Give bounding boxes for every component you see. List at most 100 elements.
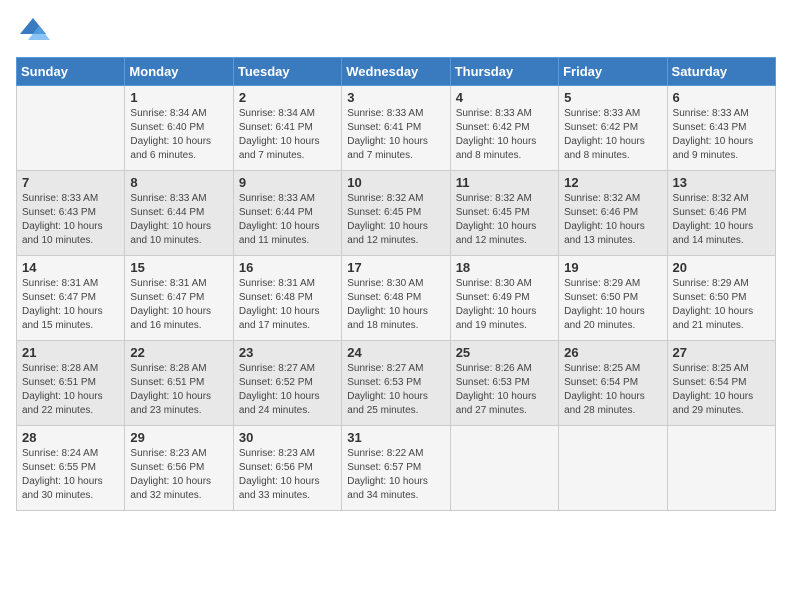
day-info: Sunrise: 8:25 AMSunset: 6:54 PMDaylight:… (673, 362, 770, 418)
day-info: Sunrise: 8:23 AMSunset: 6:56 PMDaylight:… (130, 447, 227, 503)
day-number: 13 (673, 175, 770, 190)
day-info: Sunrise: 8:24 AMSunset: 6:55 PMDaylight:… (22, 447, 119, 503)
day-info: Sunrise: 8:33 AMSunset: 6:43 PMDaylight:… (673, 107, 770, 163)
calendar-cell (559, 426, 667, 511)
day-number: 5 (564, 90, 661, 105)
day-number: 7 (22, 175, 119, 190)
day-info: Sunrise: 8:27 AMSunset: 6:53 PMDaylight:… (347, 362, 444, 418)
calendar-cell: 28 Sunrise: 8:24 AMSunset: 6:55 PMDaylig… (17, 426, 125, 511)
day-number: 20 (673, 260, 770, 275)
calendar-cell: 17 Sunrise: 8:30 AMSunset: 6:48 PMDaylig… (342, 256, 450, 341)
calendar-cell: 24 Sunrise: 8:27 AMSunset: 6:53 PMDaylig… (342, 341, 450, 426)
column-header-saturday: Saturday (667, 58, 775, 86)
day-number: 1 (130, 90, 227, 105)
day-number: 6 (673, 90, 770, 105)
day-info: Sunrise: 8:33 AMSunset: 6:42 PMDaylight:… (456, 107, 553, 163)
calendar-cell: 10 Sunrise: 8:32 AMSunset: 6:45 PMDaylig… (342, 171, 450, 256)
day-number: 16 (239, 260, 336, 275)
day-number: 8 (130, 175, 227, 190)
day-number: 24 (347, 345, 444, 360)
calendar-cell: 6 Sunrise: 8:33 AMSunset: 6:43 PMDayligh… (667, 86, 775, 171)
day-info: Sunrise: 8:25 AMSunset: 6:54 PMDaylight:… (564, 362, 661, 418)
day-number: 22 (130, 345, 227, 360)
calendar-cell: 16 Sunrise: 8:31 AMSunset: 6:48 PMDaylig… (233, 256, 341, 341)
calendar-cell: 23 Sunrise: 8:27 AMSunset: 6:52 PMDaylig… (233, 341, 341, 426)
calendar-cell: 21 Sunrise: 8:28 AMSunset: 6:51 PMDaylig… (17, 341, 125, 426)
calendar-week-1: 1 Sunrise: 8:34 AMSunset: 6:40 PMDayligh… (17, 86, 776, 171)
day-number: 2 (239, 90, 336, 105)
day-info: Sunrise: 8:29 AMSunset: 6:50 PMDaylight:… (673, 277, 770, 333)
calendar-cell: 29 Sunrise: 8:23 AMSunset: 6:56 PMDaylig… (125, 426, 233, 511)
calendar-week-4: 21 Sunrise: 8:28 AMSunset: 6:51 PMDaylig… (17, 341, 776, 426)
calendar-cell: 15 Sunrise: 8:31 AMSunset: 6:47 PMDaylig… (125, 256, 233, 341)
day-info: Sunrise: 8:32 AMSunset: 6:45 PMDaylight:… (347, 192, 444, 248)
day-info: Sunrise: 8:31 AMSunset: 6:47 PMDaylight:… (22, 277, 119, 333)
calendar-cell: 13 Sunrise: 8:32 AMSunset: 6:46 PMDaylig… (667, 171, 775, 256)
logo (16, 16, 52, 49)
calendar-cell (17, 86, 125, 171)
day-info: Sunrise: 8:26 AMSunset: 6:53 PMDaylight:… (456, 362, 553, 418)
logo-icon (16, 16, 50, 49)
day-info: Sunrise: 8:34 AMSunset: 6:40 PMDaylight:… (130, 107, 227, 163)
day-number: 28 (22, 430, 119, 445)
calendar-week-5: 28 Sunrise: 8:24 AMSunset: 6:55 PMDaylig… (17, 426, 776, 511)
calendar-week-2: 7 Sunrise: 8:33 AMSunset: 6:43 PMDayligh… (17, 171, 776, 256)
calendar-cell: 25 Sunrise: 8:26 AMSunset: 6:53 PMDaylig… (450, 341, 558, 426)
day-number: 31 (347, 430, 444, 445)
calendar-week-3: 14 Sunrise: 8:31 AMSunset: 6:47 PMDaylig… (17, 256, 776, 341)
day-info: Sunrise: 8:29 AMSunset: 6:50 PMDaylight:… (564, 277, 661, 333)
day-info: Sunrise: 8:31 AMSunset: 6:47 PMDaylight:… (130, 277, 227, 333)
calendar-cell: 18 Sunrise: 8:30 AMSunset: 6:49 PMDaylig… (450, 256, 558, 341)
calendar-cell: 9 Sunrise: 8:33 AMSunset: 6:44 PMDayligh… (233, 171, 341, 256)
day-number: 15 (130, 260, 227, 275)
day-number: 27 (673, 345, 770, 360)
day-info: Sunrise: 8:33 AMSunset: 6:43 PMDaylight:… (22, 192, 119, 248)
day-number: 21 (22, 345, 119, 360)
day-info: Sunrise: 8:33 AMSunset: 6:44 PMDaylight:… (130, 192, 227, 248)
day-info: Sunrise: 8:32 AMSunset: 6:45 PMDaylight:… (456, 192, 553, 248)
day-info: Sunrise: 8:34 AMSunset: 6:41 PMDaylight:… (239, 107, 336, 163)
calendar-cell: 3 Sunrise: 8:33 AMSunset: 6:41 PMDayligh… (342, 86, 450, 171)
column-header-friday: Friday (559, 58, 667, 86)
day-info: Sunrise: 8:22 AMSunset: 6:57 PMDaylight:… (347, 447, 444, 503)
column-header-thursday: Thursday (450, 58, 558, 86)
calendar-cell: 31 Sunrise: 8:22 AMSunset: 6:57 PMDaylig… (342, 426, 450, 511)
day-info: Sunrise: 8:23 AMSunset: 6:56 PMDaylight:… (239, 447, 336, 503)
day-info: Sunrise: 8:27 AMSunset: 6:52 PMDaylight:… (239, 362, 336, 418)
day-info: Sunrise: 8:33 AMSunset: 6:41 PMDaylight:… (347, 107, 444, 163)
day-number: 30 (239, 430, 336, 445)
day-info: Sunrise: 8:32 AMSunset: 6:46 PMDaylight:… (564, 192, 661, 248)
day-info: Sunrise: 8:33 AMSunset: 6:42 PMDaylight:… (564, 107, 661, 163)
calendar-cell: 5 Sunrise: 8:33 AMSunset: 6:42 PMDayligh… (559, 86, 667, 171)
calendar-cell: 2 Sunrise: 8:34 AMSunset: 6:41 PMDayligh… (233, 86, 341, 171)
day-number: 10 (347, 175, 444, 190)
calendar-table: SundayMondayTuesdayWednesdayThursdayFrid… (16, 57, 776, 511)
day-info: Sunrise: 8:30 AMSunset: 6:49 PMDaylight:… (456, 277, 553, 333)
column-header-monday: Monday (125, 58, 233, 86)
column-header-sunday: Sunday (17, 58, 125, 86)
page-header (16, 16, 776, 49)
calendar-cell: 12 Sunrise: 8:32 AMSunset: 6:46 PMDaylig… (559, 171, 667, 256)
day-number: 18 (456, 260, 553, 275)
calendar-cell: 8 Sunrise: 8:33 AMSunset: 6:44 PMDayligh… (125, 171, 233, 256)
calendar-cell: 20 Sunrise: 8:29 AMSunset: 6:50 PMDaylig… (667, 256, 775, 341)
calendar-cell (450, 426, 558, 511)
day-number: 25 (456, 345, 553, 360)
day-info: Sunrise: 8:28 AMSunset: 6:51 PMDaylight:… (22, 362, 119, 418)
day-info: Sunrise: 8:32 AMSunset: 6:46 PMDaylight:… (673, 192, 770, 248)
day-number: 23 (239, 345, 336, 360)
calendar-cell: 4 Sunrise: 8:33 AMSunset: 6:42 PMDayligh… (450, 86, 558, 171)
calendar-cell (667, 426, 775, 511)
column-header-wednesday: Wednesday (342, 58, 450, 86)
calendar-cell: 26 Sunrise: 8:25 AMSunset: 6:54 PMDaylig… (559, 341, 667, 426)
calendar-cell: 11 Sunrise: 8:32 AMSunset: 6:45 PMDaylig… (450, 171, 558, 256)
day-number: 11 (456, 175, 553, 190)
day-number: 12 (564, 175, 661, 190)
day-number: 4 (456, 90, 553, 105)
calendar-cell: 27 Sunrise: 8:25 AMSunset: 6:54 PMDaylig… (667, 341, 775, 426)
day-number: 26 (564, 345, 661, 360)
calendar-cell: 22 Sunrise: 8:28 AMSunset: 6:51 PMDaylig… (125, 341, 233, 426)
day-number: 9 (239, 175, 336, 190)
day-info: Sunrise: 8:28 AMSunset: 6:51 PMDaylight:… (130, 362, 227, 418)
column-header-tuesday: Tuesday (233, 58, 341, 86)
